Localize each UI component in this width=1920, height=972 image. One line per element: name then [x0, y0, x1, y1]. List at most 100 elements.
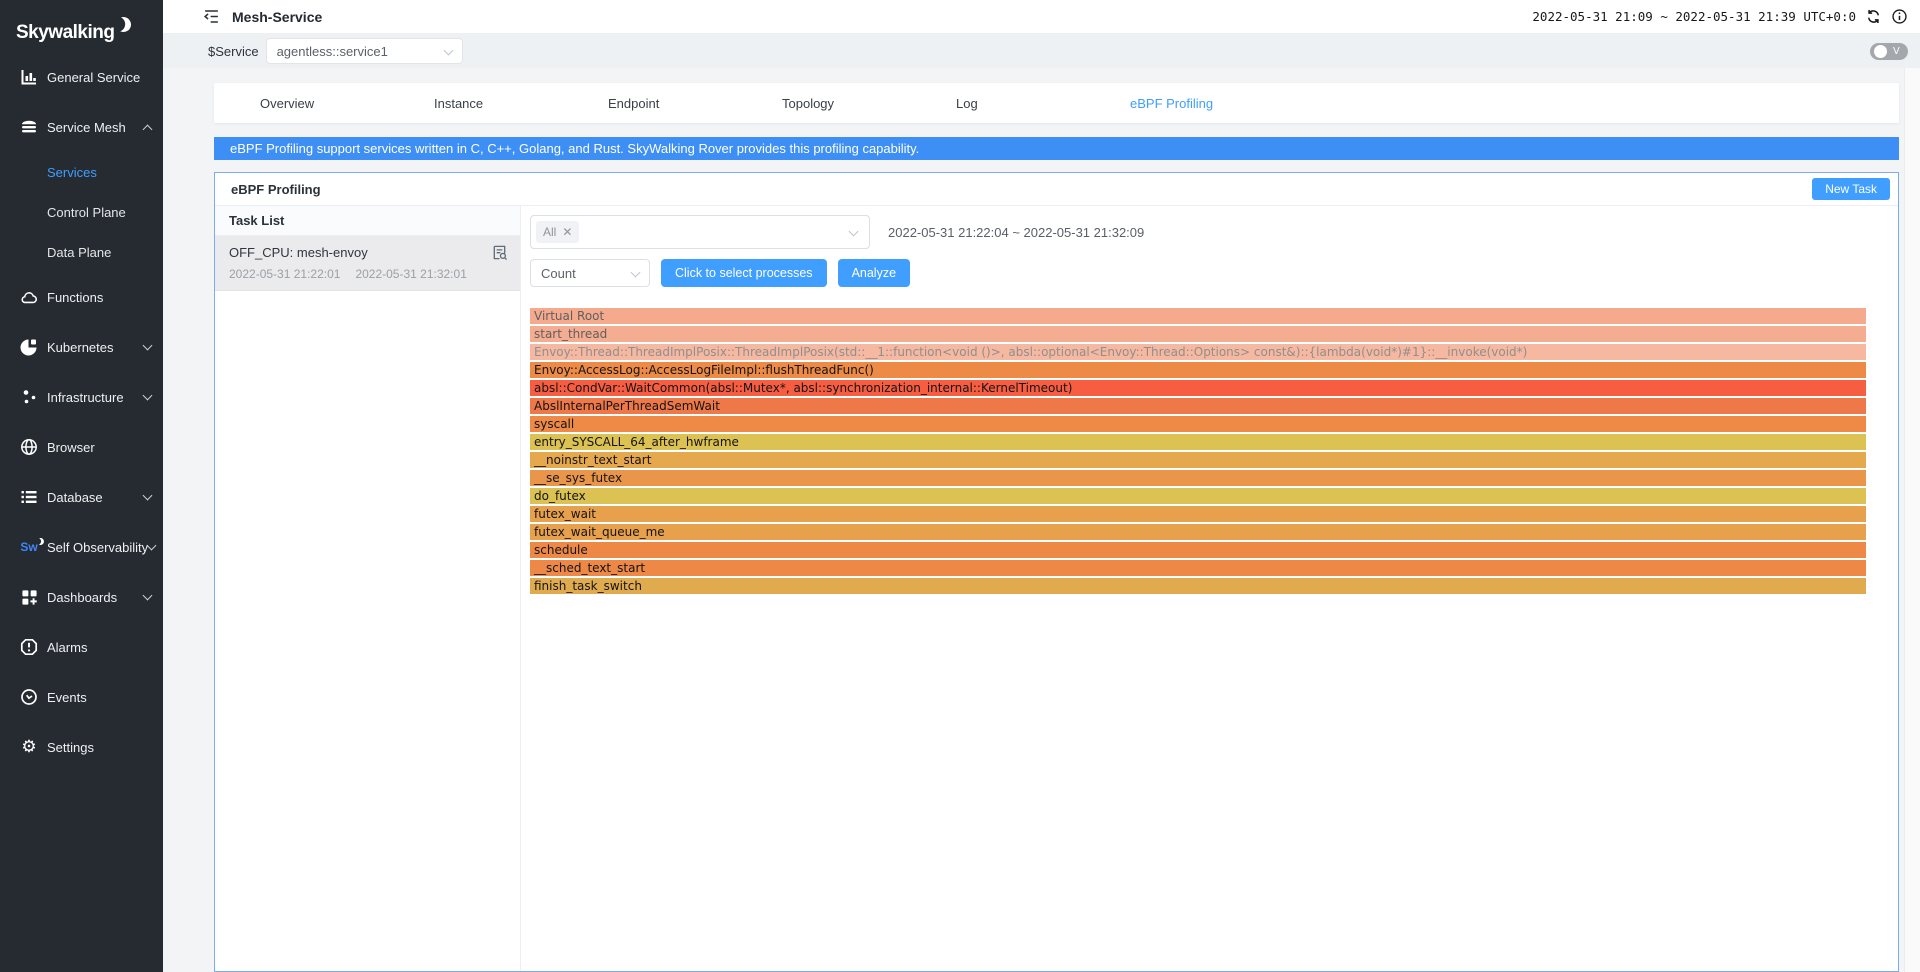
sidebar-item-kubernetes[interactable]: Kubernetes	[0, 322, 163, 372]
sidebar-item-general-service[interactable]: General Service	[0, 52, 163, 102]
tab-endpoint[interactable]: Endpoint	[608, 96, 782, 111]
globe-icon	[20, 438, 38, 456]
sidebar-item-dashboards[interactable]: Dashboards	[0, 572, 163, 622]
flame-graph: Virtual Rootstart_threadEnvoy::Thread::T…	[530, 308, 1882, 596]
sidebar-item-events[interactable]: Events	[0, 672, 163, 722]
layers-icon	[20, 118, 38, 136]
global-time-range[interactable]: 2022-05-31 21:09 ~ 2022-05-31 21:39 UTC+…	[1532, 9, 1856, 24]
chevron-down-icon	[631, 267, 641, 277]
tab-instance[interactable]: Instance	[434, 96, 608, 111]
flame-frame[interactable]: start_thread	[530, 326, 1866, 342]
flame-frame[interactable]: schedule	[530, 542, 1866, 558]
flame-frame[interactable]: __sched_text_start	[530, 560, 1866, 576]
flame-frame[interactable]: syscall	[530, 416, 1866, 432]
alarm-hexagon-icon	[20, 638, 38, 656]
service-select[interactable]: agentless::service1	[266, 38, 463, 64]
version-toggle[interactable]: V	[1870, 43, 1908, 60]
info-icon[interactable]	[1891, 8, 1908, 25]
dashboard-grid-icon	[20, 588, 38, 606]
sidebar-item-label: Functions	[47, 290, 151, 305]
chevron-down-icon	[849, 226, 859, 236]
aggregate-type-select[interactable]: Count	[530, 259, 650, 287]
sidebar-item-label: Data Plane	[47, 245, 111, 260]
flame-frame[interactable]: finish_task_switch	[530, 578, 1866, 594]
main-area: Mesh-Service 2022-05-31 21:09 ~ 2022-05-…	[163, 0, 1920, 972]
select-processes-button[interactable]: Click to select processes	[661, 259, 827, 287]
chevron-down-icon	[147, 540, 157, 550]
toggle-knob	[1874, 45, 1887, 58]
selected-instance-tag: All ✕	[536, 221, 579, 243]
sidebar-item-control-plane[interactable]: Control Plane	[0, 192, 163, 232]
dashboard-tabs: Overview Instance Endpoint Topology Log …	[214, 83, 1899, 123]
instance-multi-select[interactable]: All ✕	[530, 215, 870, 249]
sidebar-item-service-mesh[interactable]: Service Mesh	[0, 102, 163, 152]
bar-chart-icon	[20, 68, 38, 86]
sidebar-item-label: Infrastructure	[47, 390, 144, 405]
tag-label: All	[543, 225, 556, 239]
tab-log[interactable]: Log	[956, 96, 1130, 111]
skywalking-sw-icon: Sw	[20, 538, 38, 556]
flame-frame[interactable]: __se_sys_futex	[530, 470, 1866, 486]
sidebar-item-settings[interactable]: ⚙ Settings	[0, 722, 163, 772]
sidebar-item-infrastructure[interactable]: Infrastructure	[0, 372, 163, 422]
sidebar-item-self-observability[interactable]: Sw Self Observability	[0, 522, 163, 572]
flame-frame[interactable]: do_futex	[530, 488, 1866, 504]
analyze-button[interactable]: Analyze	[838, 259, 910, 287]
sidebar-item-database[interactable]: Database	[0, 472, 163, 522]
sidebar-collapse-icon[interactable]	[203, 8, 220, 25]
sidebar-item-label: Control Plane	[47, 205, 126, 220]
sidebar-item-label: Events	[47, 690, 151, 705]
sidebar-item-label: Kubernetes	[47, 340, 144, 355]
toggle-label: V	[1893, 46, 1900, 57]
panel-body: Task List OFF_CPU: mesh-envoy 2022-05-31…	[215, 206, 1898, 971]
chevron-down-icon	[143, 490, 153, 500]
task-list-item[interactable]: OFF_CPU: mesh-envoy 2022-05-31 21:22:01 …	[215, 236, 520, 291]
task-end-time: 2022-05-31 21:32:01	[355, 267, 466, 281]
sidebar-item-functions[interactable]: Functions	[0, 272, 163, 322]
ebpf-info-banner: eBPF Profiling support services written …	[214, 137, 1899, 160]
tab-topology[interactable]: Topology	[782, 96, 956, 111]
new-task-button[interactable]: New Task	[1812, 178, 1890, 200]
sidebar-item-label: Settings	[47, 740, 151, 755]
sidebar-item-label: Service Mesh	[47, 120, 144, 135]
flame-frame[interactable]: futex_wait	[530, 506, 1866, 522]
moon-icon	[113, 14, 133, 34]
service-variable-label: $Service	[208, 44, 259, 59]
sidebar-item-data-plane[interactable]: Data Plane	[0, 232, 163, 272]
flame-frame[interactable]: absl::CondVar::WaitCommon(absl::Mutex*, …	[530, 380, 1866, 396]
refresh-icon[interactable]	[1865, 8, 1882, 25]
page-scrollbar[interactable]	[1904, 68, 1920, 972]
sidebar-item-alarms[interactable]: Alarms	[0, 622, 163, 672]
list-rows-icon	[20, 488, 38, 506]
sidebar: Skywalking General Service Service Mesh …	[0, 0, 163, 972]
sidebar-item-browser[interactable]: Browser	[0, 422, 163, 472]
chevron-down-icon	[143, 590, 153, 600]
sidebar-item-label: Alarms	[47, 640, 151, 655]
flame-frame[interactable]: Envoy::AccessLog::AccessLogFileImpl::flu…	[530, 362, 1866, 378]
task-list-panel: Task List OFF_CPU: mesh-envoy 2022-05-31…	[215, 206, 521, 971]
aggregate-type-value: Count	[541, 266, 576, 281]
flame-frame[interactable]: AbslInternalPerThreadSemWait	[530, 398, 1866, 414]
sidebar-item-services[interactable]: Services	[0, 152, 163, 192]
dots-cluster-icon	[20, 388, 38, 406]
chevron-up-icon	[143, 124, 153, 134]
task-start-time: 2022-05-31 21:22:01	[229, 267, 340, 281]
service-select-value: agentless::service1	[277, 44, 388, 59]
remove-tag-icon[interactable]: ✕	[562, 226, 572, 238]
topbar: Mesh-Service 2022-05-31 21:09 ~ 2022-05-…	[163, 0, 1920, 34]
flame-frame[interactable]: Envoy::Thread::ThreadImplPosix::ThreadIm…	[530, 344, 1866, 360]
task-detail-icon[interactable]	[491, 244, 508, 261]
service-variable-bar: $Service agentless::service1 V	[163, 34, 1920, 68]
tab-overview[interactable]: Overview	[260, 96, 434, 111]
flame-frame[interactable]: Virtual Root	[530, 308, 1866, 324]
pie-chart-icon	[20, 338, 38, 356]
tab-ebpf-profiling[interactable]: eBPF Profiling	[1130, 96, 1213, 111]
sidebar-item-label: Self Observability	[47, 540, 148, 555]
sidebar-item-label: Services	[47, 165, 97, 180]
sidebar-item-label: Dashboards	[47, 590, 144, 605]
flame-frame[interactable]: entry_SYSCALL_64_after_hwframe	[530, 434, 1866, 450]
app-logo: Skywalking	[0, 0, 163, 52]
task-name: OFF_CPU: mesh-envoy	[229, 245, 368, 260]
flame-frame[interactable]: futex_wait_queue_me	[530, 524, 1866, 540]
flame-frame[interactable]: __noinstr_text_start	[530, 452, 1866, 468]
